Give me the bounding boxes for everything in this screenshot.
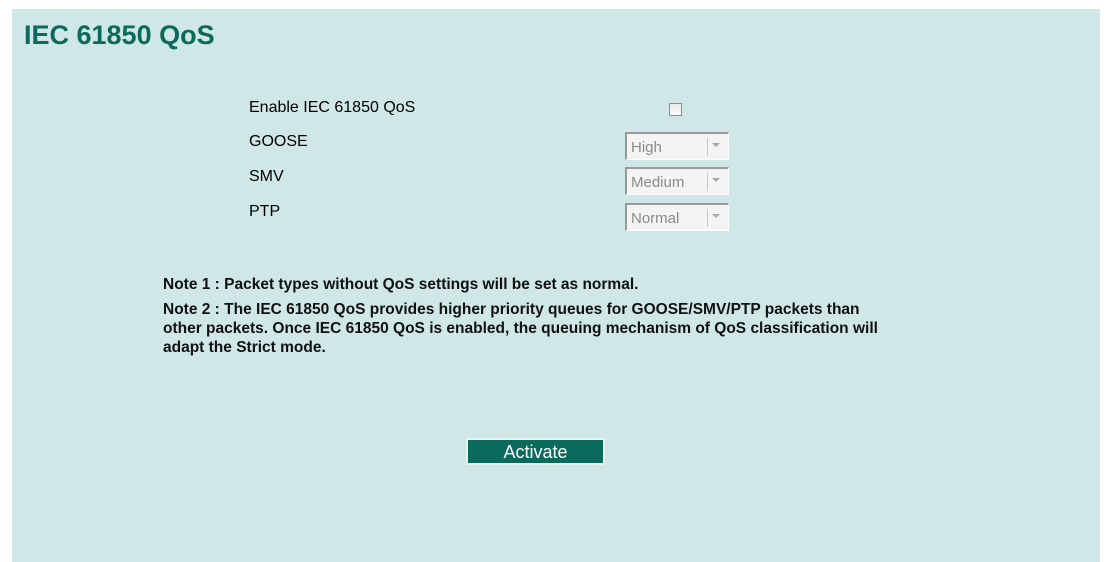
goose-label: GOOSE: [249, 133, 308, 150]
goose-priority-value: High: [631, 139, 662, 156]
select-divider: [707, 209, 708, 227]
chevron-down-icon: [712, 214, 720, 218]
chevron-down-icon: [712, 178, 720, 182]
ptp-priority-value: Normal: [631, 210, 680, 227]
activate-button[interactable]: Activate: [466, 438, 605, 465]
chevron-down-icon: [712, 143, 720, 147]
ptp-label: PTP: [249, 203, 281, 220]
page-title: IEC 61850 QoS: [24, 20, 215, 50]
ptp-priority-select[interactable]: Normal: [625, 203, 729, 231]
content-panel: IEC 61850 QoS Enable IEC 61850 QoS GOOSE…: [12, 9, 1100, 562]
smv-priority-select[interactable]: Medium: [625, 167, 729, 195]
select-divider: [707, 173, 708, 191]
note-2: Note 2 : The IEC 61850 QoS provides high…: [163, 301, 878, 356]
goose-priority-select[interactable]: High: [625, 132, 729, 160]
note-1: Note 1 : Packet types without QoS settin…: [163, 276, 639, 293]
enable-qos-checkbox[interactable]: [669, 103, 682, 116]
select-divider: [707, 138, 708, 156]
enable-qos-label: Enable IEC 61850 QoS: [249, 99, 416, 116]
smv-priority-value: Medium: [631, 174, 685, 191]
smv-label: SMV: [249, 168, 284, 185]
